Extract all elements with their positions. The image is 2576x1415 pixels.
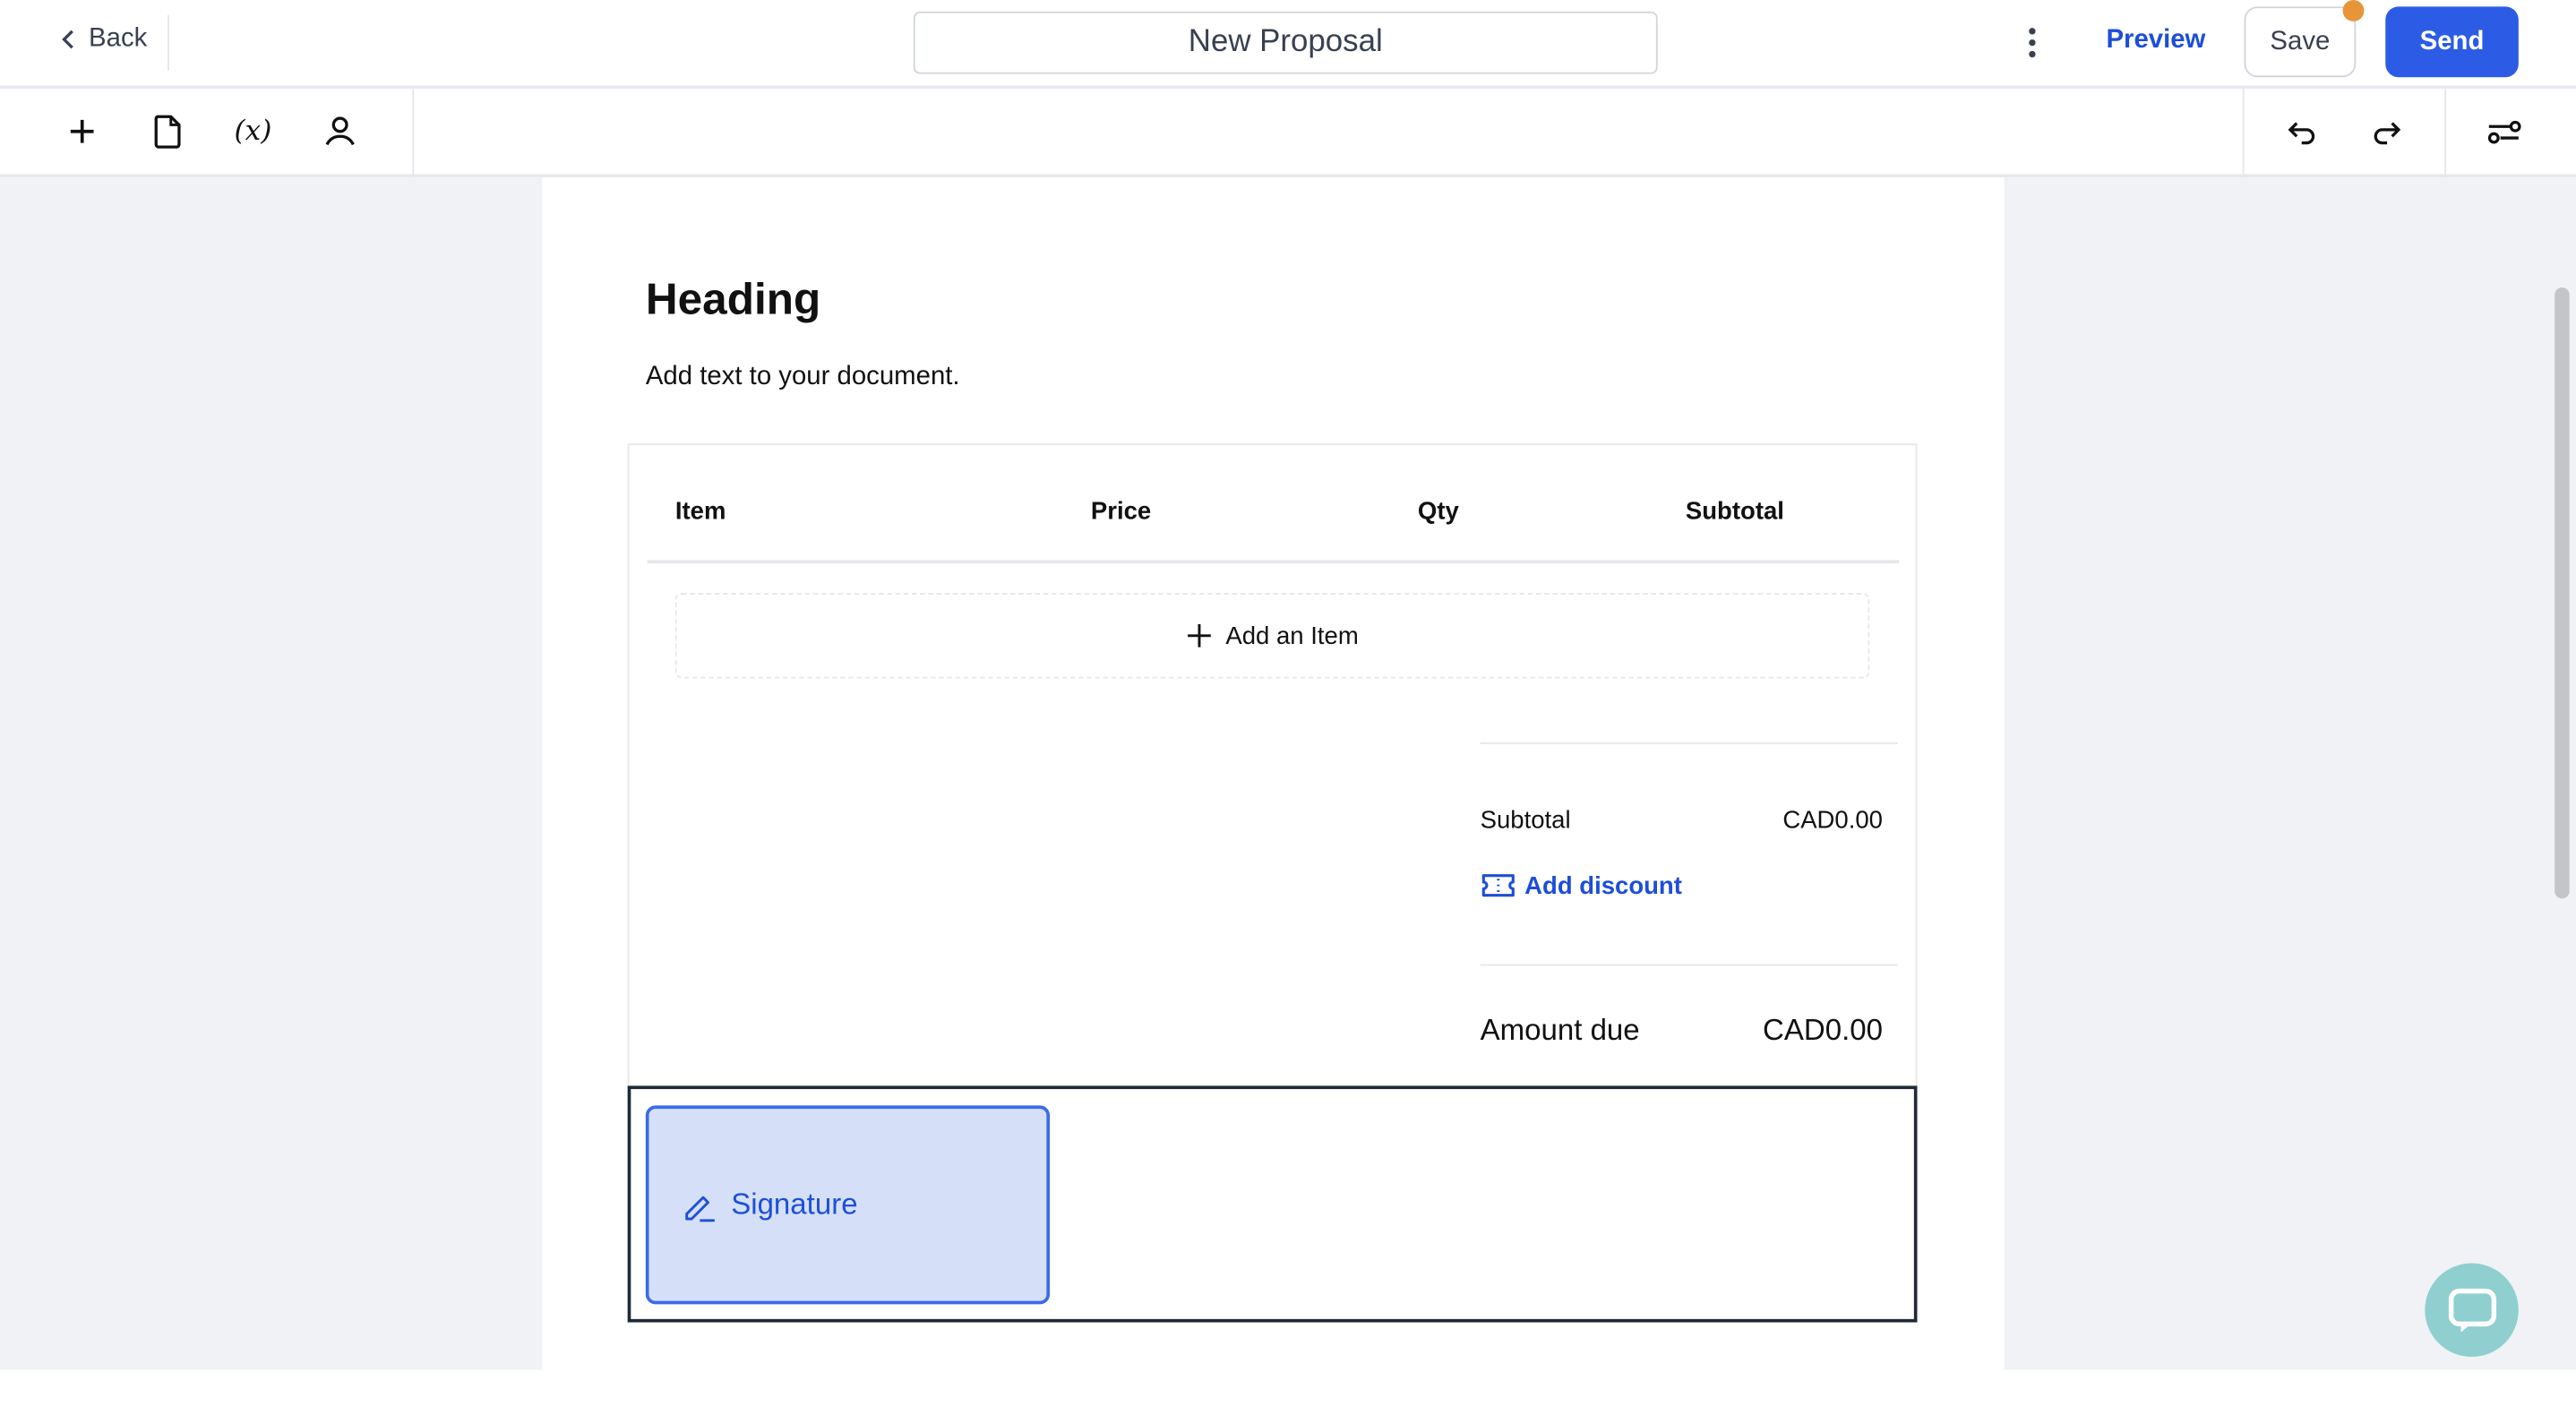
add-discount-label: Add discount (1524, 871, 1682, 900)
document-icon[interactable] (146, 110, 189, 153)
amount-due-label: Amount due (1480, 1013, 1640, 1047)
undo-icon[interactable] (2280, 110, 2323, 153)
add-discount-button[interactable]: Add discount (1481, 870, 1682, 900)
divider (647, 560, 1900, 564)
divider (2242, 89, 2245, 178)
document-paragraph[interactable]: Add text to your document. (646, 363, 960, 392)
plus-icon (1188, 623, 1211, 647)
variable-icon[interactable]: (x) (232, 110, 275, 153)
divider (412, 89, 415, 178)
signature-field[interactable]: Signature (645, 1105, 1051, 1305)
more-options-icon[interactable] (2017, 23, 2047, 63)
chevron-left-icon (62, 30, 73, 49)
subtotal-value: CAD0.00 (1782, 806, 1883, 835)
unsaved-indicator (2342, 0, 2365, 21)
column-header-price: Price (1090, 497, 1152, 526)
settings-sliders-icon[interactable] (2482, 110, 2525, 153)
plus-icon[interactable] (61, 110, 104, 153)
proposal-editor: Back New Proposal Preview Save Send (x) … (0, 0, 2576, 1415)
divider (1480, 742, 1898, 744)
back-button[interactable]: Back (59, 25, 147, 55)
signature-label: Signature (731, 1188, 858, 1221)
add-item-label: Add an Item (1225, 622, 1359, 650)
scrollbar[interactable] (2555, 287, 2570, 899)
preview-button[interactable]: Preview (2106, 26, 2205, 56)
ticket-icon (1481, 874, 1515, 897)
bottom-strip (0, 1369, 2576, 1415)
chat-button[interactable] (2425, 1263, 2519, 1358)
column-header-item: Item (674, 497, 726, 526)
column-header-subtotal: Subtotal (1685, 497, 1784, 526)
chat-icon (2447, 1288, 2496, 1332)
redo-icon[interactable] (2366, 110, 2409, 153)
document-heading[interactable]: Heading (646, 274, 820, 325)
divider (167, 14, 169, 71)
save-button[interactable]: Save (2244, 6, 2357, 78)
divider (1480, 964, 1898, 966)
pen-icon (685, 1195, 715, 1222)
toolbar (0, 89, 2576, 178)
add-item-button[interactable]: Add an Item (674, 593, 1870, 679)
divider (2444, 89, 2447, 178)
column-header-qty: Qty (1417, 497, 1459, 526)
amount-due-value: CAD0.00 (1763, 1013, 1883, 1047)
user-icon[interactable] (319, 110, 362, 153)
subtotal-label: Subtotal (1480, 806, 1571, 835)
document-title-input[interactable]: New Proposal (913, 11, 1658, 74)
send-button[interactable]: Send (2385, 6, 2519, 78)
pricing-table (627, 443, 1918, 1088)
back-label: Back (89, 24, 148, 53)
